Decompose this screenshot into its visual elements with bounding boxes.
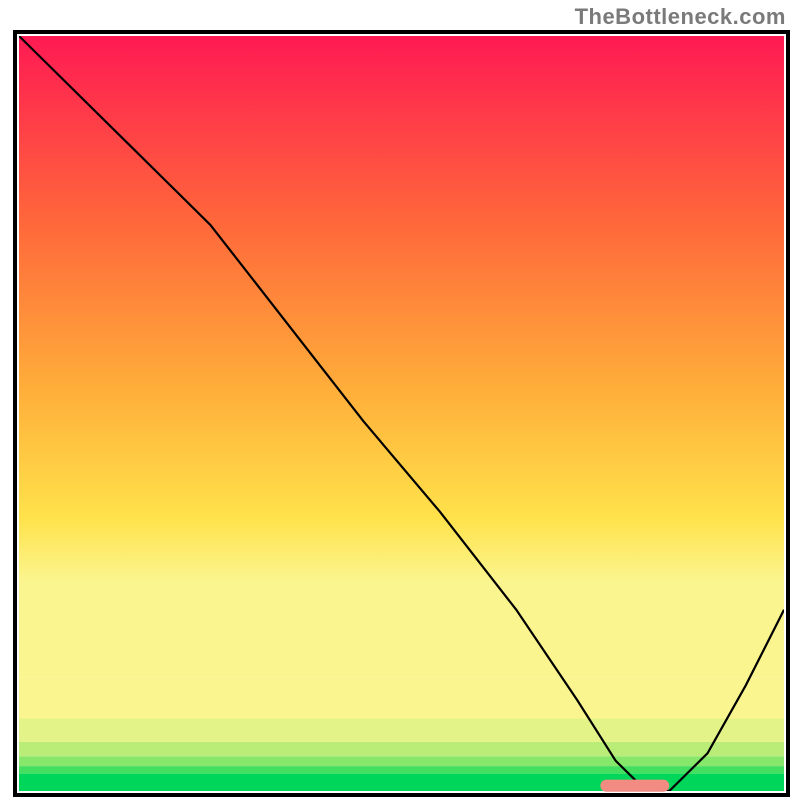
watermark-text: TheBottleneck.com	[575, 4, 786, 30]
background-band	[19, 774, 784, 791]
optimal-marker	[600, 780, 669, 792]
background-gradient	[19, 36, 784, 678]
background-band	[19, 766, 784, 774]
background-band	[19, 719, 784, 742]
background-band	[19, 678, 784, 719]
background-bands	[19, 678, 784, 791]
background-band	[19, 742, 784, 756]
bottleneck-chart	[0, 0, 800, 800]
background-band	[19, 756, 784, 766]
